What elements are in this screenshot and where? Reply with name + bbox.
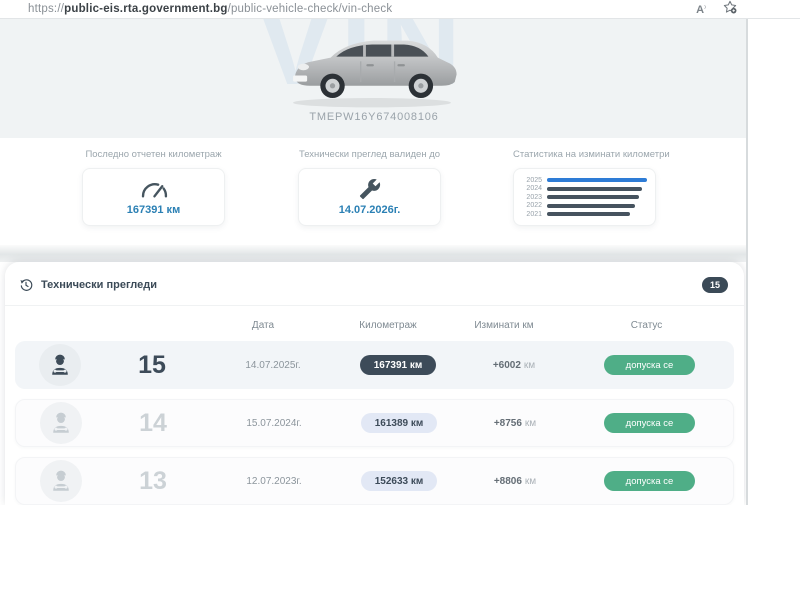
table-row[interactable]: 14 15.07.2024г. 161389 км +8756км допуск…	[15, 399, 734, 447]
mechanic-avatar	[40, 460, 82, 502]
favorites-star-icon[interactable]	[722, 0, 738, 20]
inspection-date: 14.07.2025г.	[199, 360, 347, 371]
odometer-badge: 161389 км	[361, 413, 438, 433]
delta-km-value: +6002	[493, 360, 521, 371]
inspection-rows: 15 14.07.2025г. 167391 км +6002км допуск…	[5, 341, 744, 505]
km-chart-card: 2025 2024 2023 2022 2021	[513, 168, 656, 226]
url-domain: public-eis.rta.government.bg	[64, 3, 227, 15]
chart-bar	[547, 187, 642, 191]
chart-year-label: 2022	[522, 203, 542, 208]
chart-year-label: 2023	[522, 195, 542, 200]
delta-km-unit: км	[524, 360, 535, 371]
browser-address-bar[interactable]: https://public-eis.rta.government.bg/pub…	[0, 0, 800, 19]
delta-km-unit: км	[525, 476, 536, 487]
delta-km-value: +8756	[494, 418, 522, 429]
page-content: VIN TMEPW16Y674008106	[0, 19, 748, 505]
stat-km-chart-label: Статистика на изминати километри	[513, 148, 656, 161]
status-badge: допуска се	[604, 471, 696, 491]
status-badge: допуска се	[604, 355, 696, 375]
inspection-date: 15.07.2024г.	[200, 418, 348, 429]
stat-odometer-value: 167391 км	[127, 204, 180, 216]
column-header-delta: Изминати км	[439, 320, 569, 331]
status-badge: допуска се	[604, 413, 696, 433]
stat-inspection-card: 14.07.2026г.	[298, 168, 441, 226]
delta-km-unit: км	[525, 418, 536, 429]
section-divider-band	[0, 245, 748, 262]
delta-km-value: +8806	[494, 476, 522, 487]
odometer-badge: 167391 км	[360, 355, 437, 375]
mechanic-avatar	[40, 402, 82, 444]
car-image	[278, 23, 466, 111]
km-bar-chart: 2025 2024 2023 2022 2021	[522, 178, 647, 217]
read-aloud-icon[interactable]: A⁾	[696, 4, 706, 16]
vin-number: TMEPW16Y674008106	[0, 111, 748, 123]
chart-bar	[547, 204, 635, 208]
stat-inspection: Технически преглед валиден до 14.07.2026…	[298, 148, 441, 226]
chart-bar	[547, 178, 647, 182]
url-scheme: https://	[28, 3, 64, 15]
inspection-number: 15	[105, 351, 199, 380]
inspection-number: 14	[106, 409, 200, 438]
vehicle-hero: VIN TMEPW16Y674008106	[0, 19, 748, 138]
page-scrollbar[interactable]	[746, 19, 748, 505]
table-row[interactable]: 15 14.07.2025г. 167391 км +6002км допуск…	[15, 341, 734, 389]
inspections-count-badge: 15	[702, 277, 728, 293]
column-header-odometer: Километраж	[337, 320, 439, 331]
chart-year-label: 2024	[522, 186, 542, 191]
table-column-headers: Дата Километраж Изминати км Статус	[5, 306, 744, 341]
stats-row: Последно отчетен километраж 167391 км Те…	[0, 148, 748, 248]
stat-odometer: Последно отчетен километраж 167391 км	[82, 148, 225, 226]
speedometer-icon	[138, 178, 170, 200]
url-path: /public-vehicle-check/vin-check	[228, 3, 393, 15]
history-icon	[19, 278, 33, 292]
column-header-date: Дата	[189, 320, 337, 331]
wrench-icon	[359, 178, 381, 200]
chart-bar	[547, 195, 639, 199]
stat-odometer-card: 167391 км	[82, 168, 225, 226]
screen: https://public-eis.rta.government.bg/pub…	[0, 0, 800, 606]
stat-inspection-label: Технически преглед валиден до	[298, 148, 441, 161]
column-header-status: Статус	[569, 320, 724, 331]
stat-odometer-label: Последно отчетен километраж	[82, 148, 225, 161]
inspection-date: 12.07.2023г.	[200, 476, 348, 487]
chart-year-label: 2025	[522, 178, 542, 183]
stat-km-chart: Статистика на изминати километри 2025 20…	[513, 148, 656, 226]
mechanic-avatar	[39, 344, 81, 386]
inspection-number: 13	[106, 467, 200, 496]
url-text[interactable]: https://public-eis.rta.government.bg/pub…	[28, 3, 392, 15]
chart-bar	[547, 212, 630, 216]
odometer-badge: 152633 км	[361, 471, 438, 491]
chart-year-label: 2021	[522, 212, 542, 217]
inspections-card: Технически прегледи 15 Дата Километраж И…	[5, 262, 744, 505]
table-row[interactable]: 13 12.07.2023г. 152633 км +8806км допуск…	[15, 457, 734, 505]
inspections-header: Технически прегледи 15	[5, 262, 744, 305]
inspections-title: Технически прегледи	[41, 279, 157, 291]
stat-inspection-value: 14.07.2026г.	[339, 204, 401, 216]
